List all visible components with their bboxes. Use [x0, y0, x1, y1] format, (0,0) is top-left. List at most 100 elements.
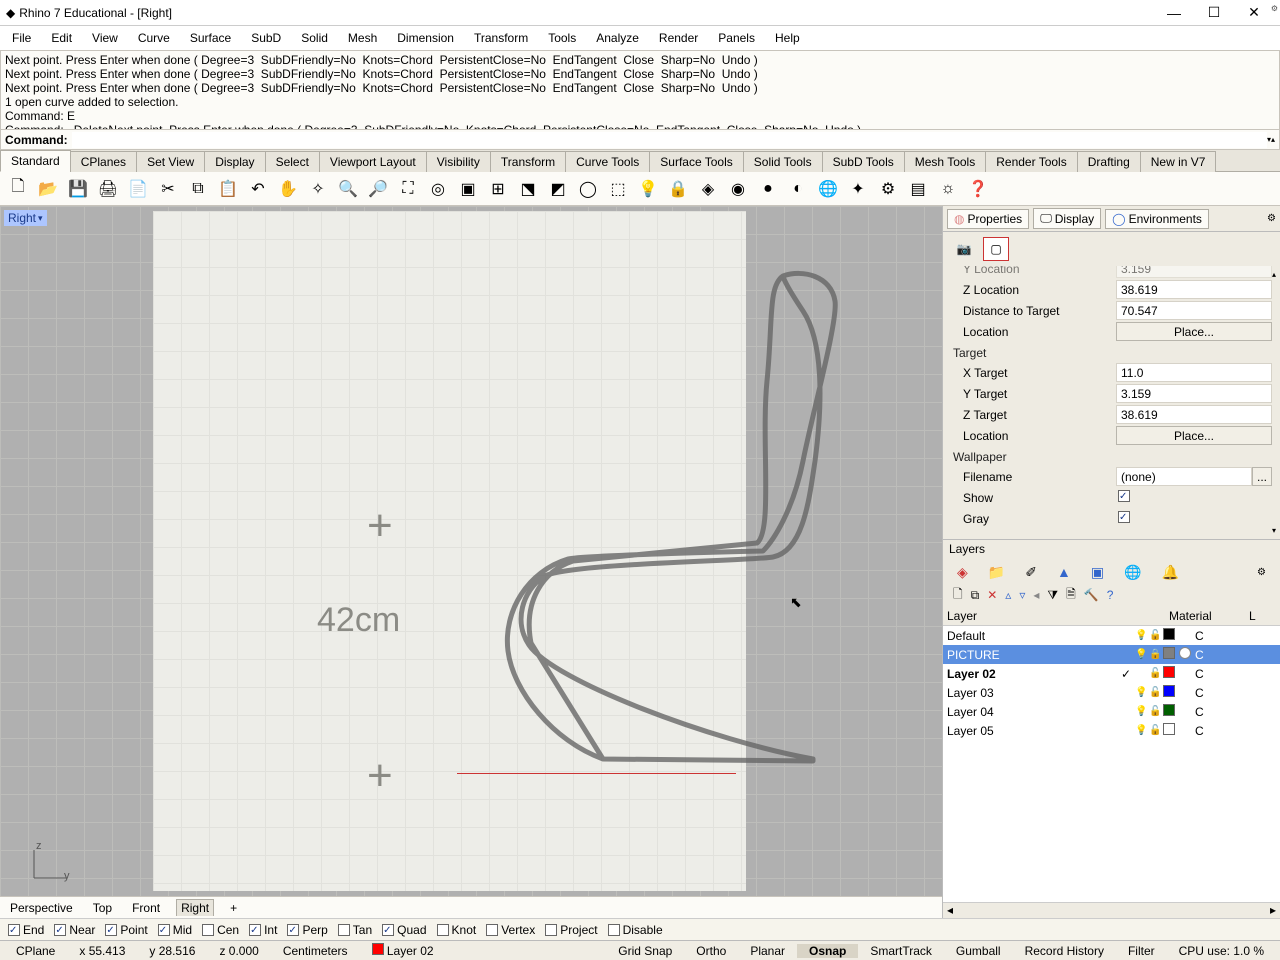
- minimize-button[interactable]: —: [1154, 1, 1194, 25]
- close-button[interactable]: ✕: [1234, 1, 1274, 25]
- four-view-icon[interactable]: ⊞: [486, 177, 510, 201]
- environment-icon[interactable]: ☼: [936, 177, 960, 201]
- gear-icon[interactable]: ⚙: [1257, 567, 1266, 578]
- osnap-mid[interactable]: Mid: [156, 923, 192, 937]
- tab-display-panel[interactable]: 🖵Display: [1033, 208, 1101, 229]
- osnap-perp[interactable]: Perp: [285, 923, 327, 937]
- hide-icon[interactable]: ▲: [1057, 564, 1071, 580]
- save-icon[interactable]: 💾: [66, 177, 90, 201]
- layer-row[interactable]: Layer 04 💡 🔓 C: [943, 702, 1280, 721]
- options-icon[interactable]: ⚙: [876, 177, 900, 201]
- gray-checkbox[interactable]: [1118, 511, 1130, 523]
- menu-tools[interactable]: Tools: [540, 29, 584, 47]
- docprops-icon[interactable]: ▤: [906, 177, 930, 201]
- menu-surface[interactable]: Surface: [182, 29, 239, 47]
- menu-analyze[interactable]: Analyze: [588, 29, 647, 47]
- globe-icon[interactable]: 🌐: [1124, 564, 1141, 581]
- tab-environments[interactable]: ◯Environments: [1105, 209, 1209, 229]
- col-material[interactable]: Material: [1165, 608, 1245, 624]
- layer-row[interactable]: PICTURE 💡 🔒 C: [943, 645, 1280, 664]
- menu-panels[interactable]: Panels: [710, 29, 763, 47]
- tab-select[interactable]: Select: [265, 151, 320, 172]
- osnap-point[interactable]: Point: [103, 923, 147, 937]
- hammer-icon[interactable]: 🔨: [1084, 588, 1099, 602]
- y-location-field[interactable]: 3.159: [1116, 266, 1272, 278]
- layer-row[interactable]: Layer 02 ✓ 🔓 C: [943, 664, 1280, 683]
- menu-transform[interactable]: Transform: [466, 29, 536, 47]
- col-layer[interactable]: Layer: [943, 608, 1117, 624]
- menu-view[interactable]: View: [84, 29, 126, 47]
- status-smarttrack[interactable]: SmartTrack: [858, 944, 944, 958]
- status-osnap[interactable]: Osnap: [797, 944, 858, 958]
- zoom-extents-icon[interactable]: ⛶: [396, 177, 420, 201]
- menu-file[interactable]: File: [4, 29, 39, 47]
- new-icon[interactable]: 🗋: [6, 177, 30, 201]
- status-record-history[interactable]: Record History: [1013, 944, 1116, 958]
- filter-icon[interactable]: ⧩: [1047, 588, 1058, 603]
- add-viewport-icon[interactable]: +: [226, 900, 241, 916]
- delete-layer-icon[interactable]: ✕: [987, 588, 997, 602]
- viewport-label[interactable]: Right ▾: [4, 210, 47, 226]
- tab-standard[interactable]: Standard: [0, 150, 71, 172]
- tab-subdtools[interactable]: SubD Tools: [822, 151, 905, 172]
- col-l[interactable]: L: [1245, 608, 1280, 624]
- dropdown-icon[interactable]: ▾▴: [1267, 135, 1275, 144]
- material-box-icon[interactable]: ▢: [983, 237, 1009, 261]
- edit-icon[interactable]: ✐: [1025, 564, 1037, 581]
- tab-meshtools[interactable]: Mesh Tools: [904, 151, 986, 172]
- menu-edit[interactable]: Edit: [43, 29, 80, 47]
- status-filter[interactable]: Filter: [1116, 944, 1167, 958]
- preview-icon[interactable]: 🌐: [816, 177, 840, 201]
- zoom-out-icon[interactable]: 🔎: [366, 177, 390, 201]
- osnap-near[interactable]: Near: [52, 923, 95, 937]
- menu-curve[interactable]: Curve: [130, 29, 178, 47]
- show-checkbox[interactable]: [1118, 490, 1130, 502]
- copy-icon[interactable]: ⧉: [186, 177, 210, 201]
- osnap-project[interactable]: Project: [543, 923, 597, 937]
- tab-display[interactable]: Display: [204, 151, 265, 172]
- command-line[interactable]: Command: ▾▴: [0, 130, 1280, 150]
- paste-icon[interactable]: 📋: [216, 177, 240, 201]
- tab-transform[interactable]: Transform: [490, 151, 566, 172]
- new-layer-icon[interactable]: 🗋: [953, 585, 963, 606]
- menu-render[interactable]: Render: [651, 29, 706, 47]
- move-up-icon[interactable]: ▵: [1005, 588, 1011, 602]
- layers-icon[interactable]: ◈: [696, 177, 720, 201]
- viewport-right[interactable]: + + 42cm Right ▾ ⬉ z y: [0, 206, 942, 896]
- gear-icon[interactable]: ⚙: [1267, 213, 1276, 224]
- print-icon[interactable]: 🖨: [96, 177, 120, 201]
- import-icon[interactable]: 📄: [126, 177, 150, 201]
- x-target-field[interactable]: 11.0: [1116, 363, 1272, 382]
- menu-solid[interactable]: Solid: [293, 29, 336, 47]
- vtab-top[interactable]: Top: [89, 900, 116, 916]
- place-button-1[interactable]: Place...: [1116, 322, 1272, 341]
- status-units[interactable]: Centimeters: [271, 944, 360, 958]
- show-icon[interactable]: 💡: [636, 177, 660, 201]
- osnap-tan[interactable]: Tan: [336, 923, 372, 937]
- set-view-icon[interactable]: ◯: [576, 177, 600, 201]
- menu-subd[interactable]: SubD: [243, 29, 289, 47]
- zoom-in-icon[interactable]: 🔍: [336, 177, 360, 201]
- tab-newv7[interactable]: New in V7: [1140, 151, 1217, 172]
- tab-solidtools[interactable]: Solid Tools: [743, 151, 823, 172]
- maximize-button[interactable]: ☐: [1194, 1, 1234, 25]
- status-ortho[interactable]: Ortho: [684, 944, 738, 958]
- layers-h-scrollbar[interactable]: ◂▸: [943, 902, 1280, 918]
- help-icon[interactable]: ❓: [966, 177, 990, 201]
- go-left-icon[interactable]: ◂: [1033, 588, 1039, 602]
- layer-icon[interactable]: ◈: [957, 564, 968, 581]
- tab-curvetools[interactable]: Curve Tools: [565, 151, 650, 172]
- pan-icon[interactable]: ✋: [276, 177, 300, 201]
- named-cplane-icon[interactable]: ◩: [546, 177, 570, 201]
- z-location-field[interactable]: 38.619: [1116, 280, 1272, 299]
- open-icon[interactable]: 📂: [36, 177, 60, 201]
- vtab-front[interactable]: Front: [128, 900, 164, 916]
- osnap-end[interactable]: End: [6, 923, 44, 937]
- point-edit-icon[interactable]: ✦: [846, 177, 870, 201]
- status-planar[interactable]: Planar: [738, 944, 797, 958]
- tab-visibility[interactable]: Visibility: [426, 151, 491, 172]
- zoom-window-icon[interactable]: ▣: [456, 177, 480, 201]
- layer-row[interactable]: Layer 05 💡 🔓 C: [943, 721, 1280, 740]
- status-gridsnap[interactable]: Grid Snap: [606, 944, 684, 958]
- props-scrollbar[interactable]: ▴▾: [1268, 270, 1280, 535]
